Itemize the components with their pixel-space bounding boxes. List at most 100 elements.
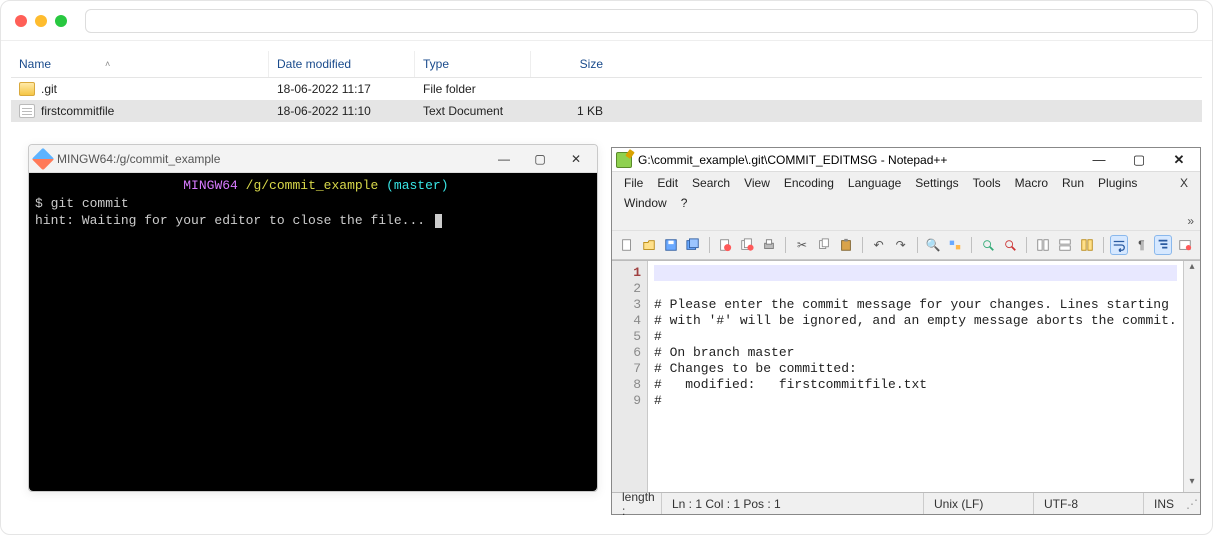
cut-icon[interactable]: ✂	[793, 235, 811, 255]
save-all-icon[interactable]	[684, 235, 702, 255]
file-date: 18-06-2022 11:17	[269, 80, 415, 98]
column-size-label: Size	[580, 57, 603, 71]
npp-toolbar: ✂ ↶ ↷ 🔍 ¶	[612, 230, 1200, 260]
redo-icon[interactable]: ↷	[892, 235, 910, 255]
zoom-out-icon[interactable]	[1001, 235, 1019, 255]
terminal-body[interactable]: xxxxxxxxxxxxxxxxxxxMINGW64 /g/commit_exa…	[29, 173, 597, 491]
address-bar[interactable]	[85, 9, 1198, 33]
terminal-minimize-button[interactable]: —	[489, 152, 519, 166]
page-frame: Name ˄ Date modified Type Size .git18-06…	[0, 0, 1213, 535]
column-size[interactable]: Size	[531, 51, 611, 77]
close-all-icon[interactable]	[738, 235, 756, 255]
npp-title: G:\commit_example\.git\COMMIT_EDITMSG - …	[638, 153, 1076, 167]
file-type: Text Document	[415, 102, 531, 120]
prompt-branch: (master)	[386, 178, 448, 193]
show-all-chars-icon[interactable]: ¶	[1132, 235, 1150, 255]
file-row[interactable]: firstcommitfile 18-06-2022 11:10Text Docu…	[11, 100, 1202, 122]
file-size	[531, 87, 611, 91]
menu-settings[interactable]: Settings	[909, 174, 964, 192]
column-type[interactable]: Type	[415, 51, 531, 77]
menu-window[interactable]: Window	[618, 194, 673, 212]
find-icon[interactable]: 🔍	[924, 235, 942, 255]
status-ins: INS	[1144, 493, 1184, 514]
npp-minimize-button[interactable]: —	[1082, 152, 1116, 167]
column-type-label: Type	[423, 57, 449, 71]
npp-maximize-button[interactable]: ▢	[1122, 152, 1156, 168]
terminal-title: MINGW64:/g/commit_example	[57, 152, 483, 166]
npp-tab-close-icon[interactable]: X	[1174, 174, 1194, 192]
toolbar-overflow-icon[interactable]: »	[1187, 214, 1194, 228]
new-file-icon[interactable]	[618, 235, 636, 255]
paste-icon[interactable]	[837, 235, 855, 255]
menu-plugins[interactable]: Plugins	[1092, 174, 1143, 192]
menu-macro[interactable]: Macro	[1009, 174, 1054, 192]
npp-titlebar[interactable]: G:\commit_example\.git\COMMIT_EDITMSG - …	[612, 148, 1200, 172]
sync-h-icon[interactable]	[1056, 235, 1074, 255]
menu-tools[interactable]: Tools	[967, 174, 1007, 192]
wordwrap-icon[interactable]	[1110, 235, 1128, 255]
mac-zoom-icon[interactable]	[55, 15, 67, 27]
terminal-maximize-button[interactable]: ▢	[525, 152, 555, 166]
mac-minimize-icon[interactable]	[35, 15, 47, 27]
column-headers: Name ˄ Date modified Type Size	[11, 51, 1202, 78]
column-date[interactable]: Date modified	[269, 51, 415, 77]
prompt-host: MINGW64	[183, 178, 238, 193]
menu-view[interactable]: View	[738, 174, 776, 192]
undo-icon[interactable]: ↶	[870, 235, 888, 255]
sync-scroll-icon[interactable]	[1078, 235, 1096, 255]
file-date: 18-06-2022 11:10	[269, 102, 415, 120]
menu-language[interactable]: Language	[842, 174, 907, 192]
status-encoding: UTF-8	[1034, 493, 1144, 514]
sync-v-icon[interactable]	[1034, 235, 1052, 255]
print-icon[interactable]	[760, 235, 778, 255]
save-icon[interactable]	[662, 235, 680, 255]
mac-close-icon[interactable]	[15, 15, 27, 27]
column-date-label: Date modified	[277, 57, 351, 71]
file-size: 1 KB	[531, 102, 611, 120]
menu-edit[interactable]: Edit	[651, 174, 684, 192]
file-rows: .git18-06-2022 11:17File folderfirstcomm…	[11, 78, 1202, 122]
folder-icon	[19, 82, 35, 96]
indent-guide-icon[interactable]	[1154, 235, 1172, 255]
menu-[interactable]: ?	[675, 194, 694, 212]
copy-icon[interactable]	[815, 235, 833, 255]
menu-run[interactable]: Run	[1056, 174, 1090, 192]
status-eol: Unix (LF)	[924, 493, 1034, 514]
column-name-label: Name	[19, 57, 51, 71]
terminal-close-button[interactable]: ✕	[561, 152, 591, 166]
vertical-scrollbar[interactable]: ▴ ▾	[1183, 261, 1200, 492]
git-bash-icon	[32, 147, 55, 170]
folder-as-workspace-icon[interactable]	[1176, 235, 1194, 255]
scroll-up-icon[interactable]: ▴	[1189, 261, 1194, 277]
menu-search[interactable]: Search	[686, 174, 736, 192]
file-type: File folder	[415, 80, 531, 98]
notepadpp-window: G:\commit_example\.git\COMMIT_EDITMSG - …	[611, 147, 1201, 515]
menu-file[interactable]: File	[618, 174, 649, 192]
file-row[interactable]: .git18-06-2022 11:17File folder	[11, 78, 1202, 100]
editor-area: 123456789 # Please enter the commit mess…	[612, 260, 1200, 492]
resize-grip-icon[interactable]: ⋰	[1184, 497, 1200, 511]
replace-icon[interactable]	[946, 235, 964, 255]
scroll-down-icon[interactable]: ▾	[1189, 476, 1194, 492]
code-editor[interactable]: # Please enter the commit message for yo…	[648, 261, 1183, 492]
status-position: Ln : 1 Col : 1 Pos : 1	[662, 493, 924, 514]
terminal-cursor	[435, 214, 442, 228]
status-length: length :	[612, 493, 662, 514]
terminal-titlebar[interactable]: MINGW64:/g/commit_example — ▢ ✕	[29, 145, 597, 173]
file-name: firstcommitfile	[41, 104, 114, 118]
file-icon	[19, 104, 35, 118]
close-file-icon[interactable]	[717, 235, 735, 255]
npp-close-button[interactable]: ✕	[1162, 152, 1196, 168]
open-file-icon[interactable]	[640, 235, 658, 255]
line-number-gutter: 123456789	[612, 261, 648, 492]
npp-menubar: FileEditSearchViewEncodingLanguageSettin…	[612, 172, 1200, 214]
terminal-hint: hint: Waiting for your editor to close t…	[35, 213, 425, 228]
terminal-command: git commit	[51, 196, 129, 211]
menu-encoding[interactable]: Encoding	[778, 174, 840, 192]
column-name[interactable]: Name ˄	[11, 51, 269, 77]
prompt-path: /g/commit_example	[246, 178, 379, 193]
notepadpp-icon	[616, 152, 632, 168]
sort-indicator-icon: ˄	[105, 59, 110, 69]
zoom-in-icon[interactable]	[979, 235, 997, 255]
terminal-window: MINGW64:/g/commit_example — ▢ ✕ xxxxxxxx…	[28, 144, 598, 492]
